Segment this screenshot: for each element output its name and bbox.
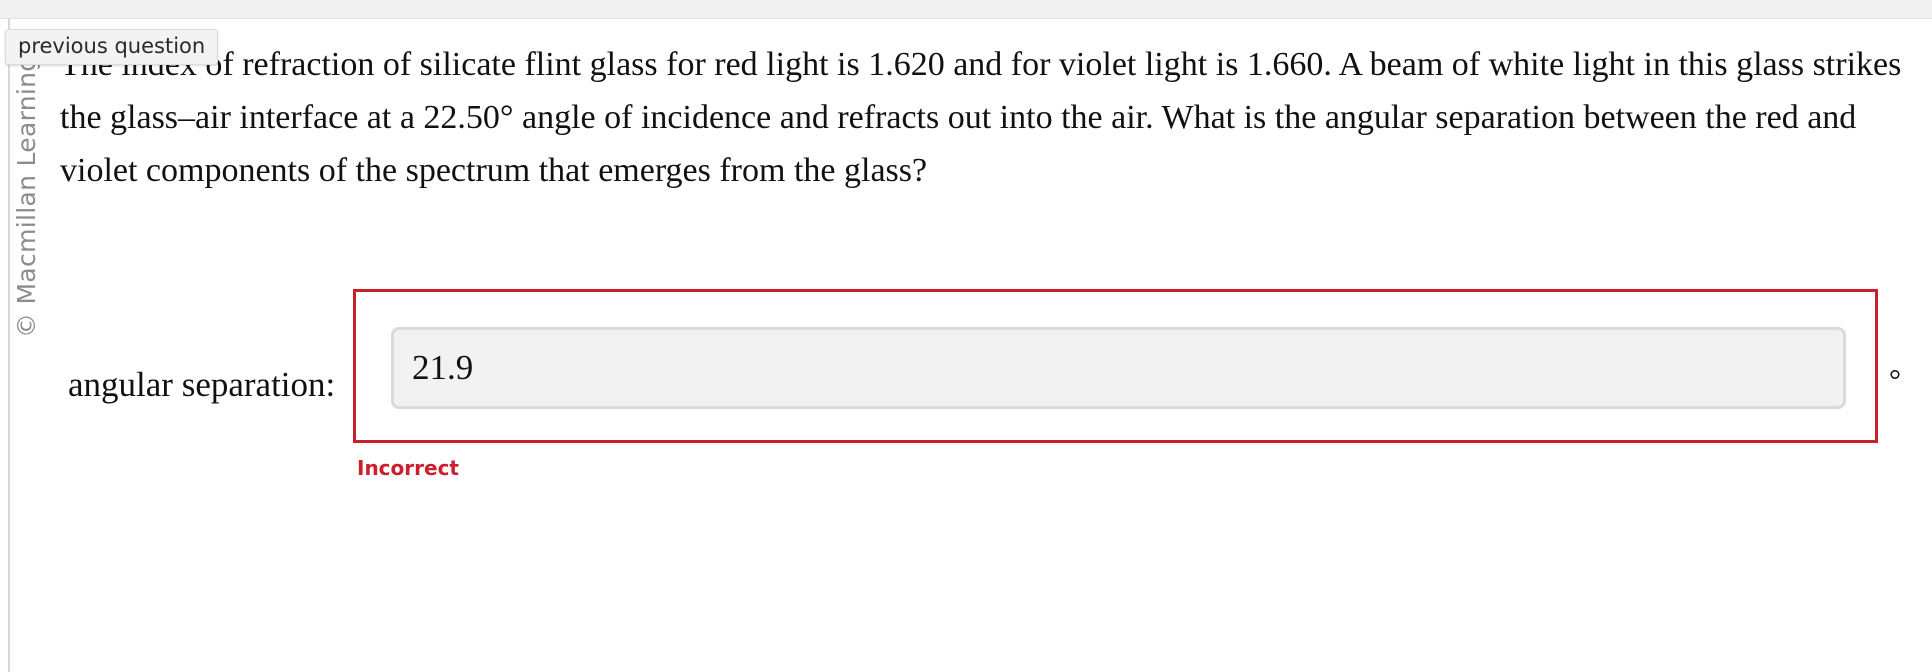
- degree-unit: °: [1889, 364, 1901, 397]
- previous-question-tooltip[interactable]: previous question: [5, 29, 219, 65]
- angular-separation-input[interactable]: [391, 327, 1846, 409]
- left-divider: [8, 18, 10, 672]
- answer-label: angular separation:: [68, 365, 336, 404]
- answer-error-frame: [353, 289, 1878, 443]
- copyright-watermark: © Macmillan Learning: [12, 55, 41, 338]
- question-text: The index of refraction of silicate flin…: [60, 46, 1902, 189]
- incorrect-feedback: Incorrect: [357, 456, 459, 480]
- top-band: [0, 0, 1932, 19]
